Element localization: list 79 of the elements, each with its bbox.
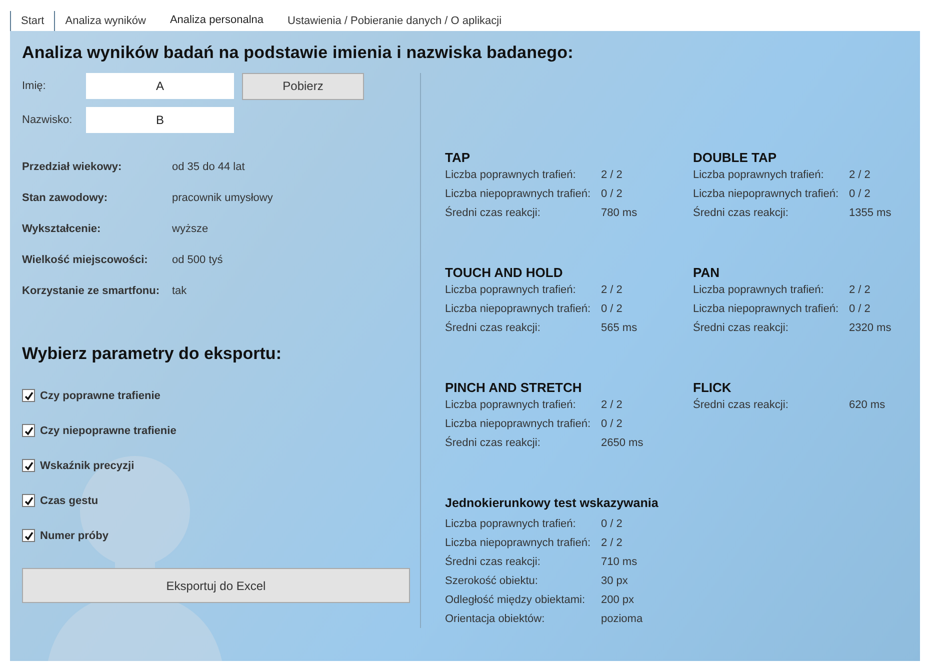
stat-label: Orientacja obiektów: <box>445 612 546 624</box>
stat-value: 2 / 2 <box>601 536 622 548</box>
first-name-field[interactable]: A <box>86 73 234 99</box>
checkbox[interactable] <box>22 389 35 402</box>
stat-label: Liczba poprawnych trafień: <box>693 284 825 296</box>
fetch-button[interactable]: Pobierz <box>242 72 364 100</box>
stat-label: Średni czas reakcji: <box>445 556 542 568</box>
field-label: Nazwisko: <box>22 114 74 126</box>
gesture-title: FLICK <box>693 381 732 395</box>
profile-label: Stan zawodowy: <box>22 192 109 204</box>
export-button[interactable]: Eksportuj do Excel <box>22 568 410 603</box>
checkbox-label[interactable]: Czy niepoprawne trafienie <box>40 424 176 436</box>
profile-value: pracownik umysłowy <box>172 192 273 204</box>
stat-label: Liczba poprawnych trafień: <box>445 518 577 530</box>
stat-label: Liczba niepoprawnych trafień: <box>445 302 592 314</box>
stat-value: 2 / 2 <box>601 168 622 180</box>
gesture-title: PINCH AND STRETCH <box>445 381 583 395</box>
checkbox-label[interactable]: Czy poprawne trafienie <box>40 390 160 402</box>
stat-value: 2320 ms <box>849 322 892 334</box>
stat-label: Liczba niepoprawnych trafień: <box>693 188 840 200</box>
gesture-title: TOUCH AND HOLD <box>445 266 564 280</box>
stat-label: Średni czas reakcji: <box>693 398 790 410</box>
stat-value: 0 / 2 <box>849 188 870 200</box>
stat-value: 0 / 2 <box>849 302 870 314</box>
stat-label: Średni czas reakcji: <box>445 436 542 448</box>
stat-label: Średni czas reakcji: <box>445 206 542 218</box>
checkbox[interactable] <box>22 529 35 542</box>
stat-label: Liczba niepoprawnych trafień: <box>693 302 840 314</box>
profile-value: od 500 tyś <box>172 254 223 266</box>
field-label: Imię: <box>22 80 47 92</box>
stat-value: 1355 ms <box>849 206 892 218</box>
stat-label: Liczba niepoprawnych trafień: <box>445 536 592 548</box>
stat-value: pozioma <box>601 612 643 624</box>
stat-label: Szerokość obiektu: <box>445 574 539 586</box>
stat-value: 2 / 2 <box>601 284 622 296</box>
gesture-title: DOUBLE TAP <box>693 151 778 165</box>
stat-value: 30 px <box>601 574 628 586</box>
stat-value: 2650 ms <box>601 436 644 448</box>
profile-value: wyższe <box>172 222 208 234</box>
stat-value: 200 px <box>601 594 634 606</box>
stat-label: Średni czas reakcji: <box>693 322 790 334</box>
stat-label: Odległość między obiektami: <box>445 594 586 606</box>
stat-label: Średni czas reakcji: <box>445 322 542 334</box>
stat-label: Liczba poprawnych trafień: <box>693 168 825 180</box>
profile-label: Wielkość miejscowości: <box>22 254 149 266</box>
stat-value: 2 / 2 <box>849 168 870 180</box>
stat-value: 0 / 2 <box>601 302 622 314</box>
stat-value: 0 / 2 <box>601 188 622 200</box>
profile-value: od 35 do 44 lat <box>172 160 245 172</box>
gesture-title: PAN <box>693 266 720 280</box>
test-title: Jednokierunkowy test wskazywania <box>445 496 660 510</box>
stat-value: 0 / 2 <box>601 418 622 430</box>
stat-value: 2 / 2 <box>601 398 622 410</box>
checkbox-label[interactable]: Numer próby <box>40 530 108 542</box>
last-name-field[interactable]: B <box>86 107 234 133</box>
checkbox[interactable] <box>22 459 35 472</box>
stat-label: Średni czas reakcji: <box>693 206 790 218</box>
stat-value: 620 ms <box>849 398 886 410</box>
checkbox[interactable] <box>22 494 35 507</box>
stat-label: Liczba niepoprawnych trafień: <box>445 418 592 430</box>
stat-value: 2 / 2 <box>849 284 870 296</box>
checkbox-label[interactable]: Czas gestu <box>40 494 98 506</box>
stat-label: Liczba niepoprawnych trafień: <box>445 188 592 200</box>
page-title: Analiza wyników badań na podstawie imienia i nazwiska badanego: <box>22 43 574 63</box>
checkbox[interactable] <box>22 424 35 437</box>
profile-label: Korzystanie ze smartfonu: <box>22 284 161 296</box>
stat-label: Liczba poprawnych trafień: <box>445 284 577 296</box>
stat-value: 710 ms <box>601 556 638 568</box>
stat-label: Liczba poprawnych trafień: <box>445 398 577 410</box>
stat-value: 0 / 2 <box>601 518 622 530</box>
profile-label: Wykształcenie: <box>22 222 102 234</box>
stat-value: 780 ms <box>601 206 638 218</box>
checkbox-label[interactable]: Wskaźnik precyzji <box>40 460 134 472</box>
stat-label: Liczba poprawnych trafień: <box>445 168 577 180</box>
gesture-title: TAP <box>445 151 472 165</box>
profile-label: Przedział wiekowy: <box>22 160 123 172</box>
profile-value: tak <box>172 284 187 296</box>
stat-value: 565 ms <box>601 322 638 334</box>
export-heading: Wybierz parametry do eksportu: <box>22 344 282 364</box>
